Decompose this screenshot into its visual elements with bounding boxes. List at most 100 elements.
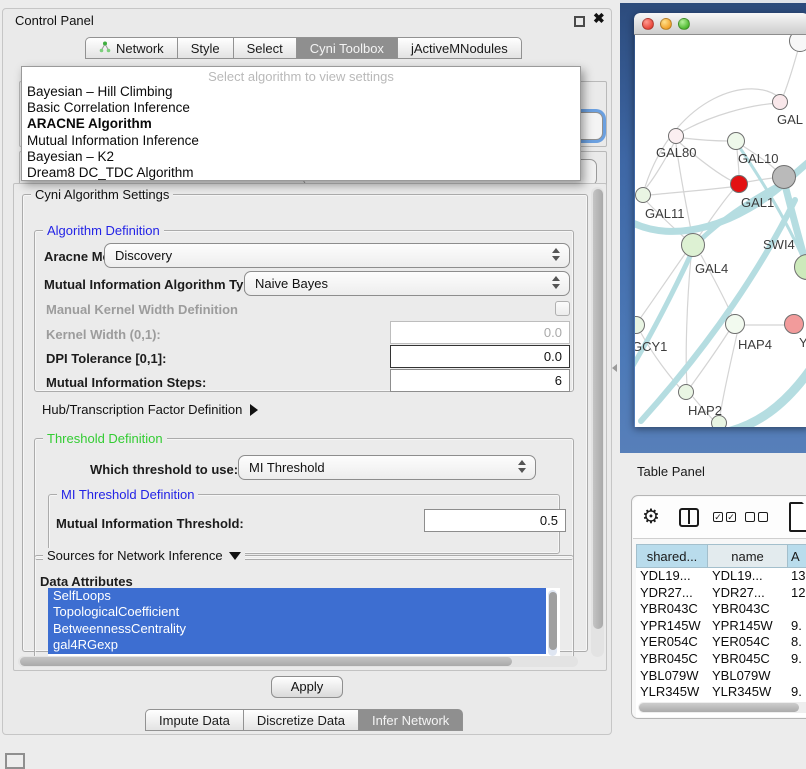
sources-title[interactable]: Sources for Network Inference <box>43 548 245 563</box>
mi-steps-label: Mutual Information Steps: <box>46 375 206 390</box>
split-pane-divider-icon[interactable] <box>612 364 617 372</box>
mi-type-label: Mutual Information Algorithm Type: <box>44 277 263 292</box>
table-horizontal-scrollbar[interactable] <box>638 702 806 713</box>
column-header-shared[interactable]: shared... <box>636 544 708 568</box>
tab-jactivemnodules[interactable]: jActiveMNodules <box>397 37 522 59</box>
algorithm-option-dream8-dc-tdc-algorithm[interactable]: Dream8 DC_TDC Algorithm <box>22 165 580 181</box>
mi-threshold-input[interactable]: 0.5 <box>424 509 566 532</box>
attribute-item-gal4rgexp[interactable]: gal4RGexp <box>48 637 546 653</box>
deselect-all-icon[interactable] <box>745 512 768 522</box>
settings-horizontal-scrollbar[interactable] <box>18 656 578 667</box>
table-row-ypr145w[interactable]: YPR145WYPR145W9. <box>636 618 806 635</box>
attribute-item-betweennesscentrality[interactable]: BetweennessCentrality <box>48 621 546 637</box>
float-window-icon[interactable] <box>574 16 585 27</box>
algorithm-option-basic-correlation-inference[interactable]: Basic Correlation Inference <box>22 100 580 116</box>
algorithm-option-bayesian-k2[interactable]: Bayesian – K2 <box>22 149 580 165</box>
node-gal4[interactable] <box>681 233 705 257</box>
close-traffic-icon[interactable] <box>642 18 654 30</box>
tab-style[interactable]: Style <box>177 37 233 59</box>
new-table-icon[interactable] <box>789 502 806 532</box>
combo-arrows-icon <box>518 460 527 476</box>
algorithm-option-mutual-information-inference[interactable]: Mutual Information Inference <box>22 133 580 149</box>
tab-select[interactable]: Select <box>233 37 296 59</box>
table-row-ydl19[interactable]: YDL19...YDL19...13 <box>636 568 806 585</box>
node-label-gal: GAL <box>777 112 803 127</box>
column-header-a[interactable]: A <box>788 544 806 568</box>
settings-vertical-scrollbar[interactable] <box>591 187 604 657</box>
apply-button[interactable]: Apply <box>271 676 343 698</box>
control-panel: Control Panel ✖ Network Style Select Cyni T… <box>2 8 612 735</box>
tab-label: Style <box>191 41 220 56</box>
node-unlabeled[interactable] <box>711 415 727 427</box>
panel-title: Control Panel <box>15 13 94 28</box>
node-label-gcy1: GCY1 <box>635 339 667 354</box>
network-canvas[interactable]: GALGAL80GAL10GAL1GAL11GAL4SWI4HAP4YGCY1H… <box>635 35 806 427</box>
zoom-traffic-icon[interactable] <box>678 18 690 30</box>
tab-cyni-toolbox[interactable]: Cyni Toolbox <box>296 37 397 59</box>
cell: YLR345W <box>636 684 708 701</box>
node-unlabeled[interactable] <box>772 165 796 189</box>
attribute-item-topologicalcoefficient[interactable]: TopologicalCoefficient <box>48 604 546 620</box>
expanded-arrow-icon <box>229 552 241 560</box>
aracne-mode-combo[interactable]: Discovery <box>104 243 570 268</box>
network-view-frame: GALGAL80GAL10GAL1GAL11GAL4SWI4HAP4YGCY1H… <box>620 0 806 453</box>
hub-definition-toggle[interactable]: Hub/Transcription Factor Definition <box>42 402 258 417</box>
table-row-ybl079w[interactable]: YBL079WYBL079W <box>636 668 806 685</box>
gear-icon[interactable]: ⚙ <box>642 504 660 529</box>
node-gal1[interactable] <box>730 175 748 193</box>
algorithm-option-aracne-algorithm[interactable]: ARACNE Algorithm <box>22 116 580 132</box>
tab-network[interactable]: Network <box>85 37 177 59</box>
which-threshold-label: Which threshold to use: <box>90 462 238 477</box>
cell: YDL19... <box>636 568 708 585</box>
tab-impute-data[interactable]: Impute Data <box>145 709 243 731</box>
node-y[interactable] <box>784 314 804 334</box>
list-scrollbar[interactable] <box>548 590 557 656</box>
tab-label: Cyni Toolbox <box>310 41 384 56</box>
node-gal10[interactable] <box>727 132 745 150</box>
cell: YBR045C <box>708 651 788 668</box>
algorithm-option-bayesian-hill-climbing[interactable]: Bayesian – Hill Climbing <box>22 84 580 100</box>
mi-type-combo[interactable]: Naive Bayes <box>244 271 570 296</box>
table-row-ydr27[interactable]: YDR27...YDR27...12 <box>636 585 806 602</box>
table-panel-title: Table Panel <box>637 464 705 479</box>
select-all-icon[interactable]: ✓✓ <box>713 512 736 522</box>
network-icon <box>99 41 111 56</box>
node-hap2[interactable] <box>678 384 694 400</box>
table-row-ylr345w[interactable]: YLR345WYLR345W9. <box>636 684 806 701</box>
manual-kernel-checkbox[interactable] <box>555 301 570 316</box>
network-window-titlebar[interactable] <box>634 13 806 35</box>
tab-label: Select <box>247 41 283 56</box>
node-gal[interactable] <box>772 94 788 110</box>
node-gal11[interactable] <box>635 187 651 203</box>
table-row-ybr043c[interactable]: YBR043CYBR043C <box>636 601 806 618</box>
minimized-panel-icon[interactable] <box>5 753 25 769</box>
columns-icon[interactable] <box>679 508 699 527</box>
network-window[interactable]: GALGAL80GAL10GAL1GAL11GAL4SWI4HAP4YGCY1H… <box>634 13 806 427</box>
cell: 13 <box>788 568 806 585</box>
attribute-item-selfloops[interactable]: SelfLoops <box>48 588 546 604</box>
close-icon[interactable]: ✖ <box>593 10 605 27</box>
cell: 9. <box>788 684 806 701</box>
cell: YDR27... <box>636 585 708 602</box>
tab-discretize-data[interactable]: Discretize Data <box>243 709 358 731</box>
which-threshold-value: MI Threshold <box>249 460 325 475</box>
minimize-traffic-icon[interactable] <box>660 18 672 30</box>
column-header-name[interactable]: name <box>708 544 788 568</box>
algorithm-definition-title: Algorithm Definition <box>43 223 164 238</box>
kernel-width-input[interactable]: 0.0 <box>390 321 570 344</box>
dpi-tolerance-input[interactable]: 0.0 <box>390 345 570 368</box>
node-hap4[interactable] <box>725 314 745 334</box>
which-threshold-combo[interactable]: MI Threshold <box>238 455 536 480</box>
cell: YDR27... <box>708 585 788 602</box>
table-row-yer054c[interactable]: YER054CYER054C8. <box>636 634 806 651</box>
cell: YDL19... <box>708 568 788 585</box>
hub-definition-label: Hub/Transcription Factor Definition <box>42 402 242 417</box>
data-attributes-list[interactable]: SelfLoopsTopologicalCoefficientBetweenne… <box>48 588 560 661</box>
node-gal80[interactable] <box>668 128 684 144</box>
cell: YPR145W <box>708 618 788 635</box>
table-row-ybr045c[interactable]: YBR045CYBR045C9. <box>636 651 806 668</box>
cell: 12 <box>788 585 806 602</box>
mi-steps-input[interactable]: 6 <box>390 369 570 392</box>
tab-infer-network[interactable]: Infer Network <box>358 709 463 731</box>
cell: YLR345W <box>708 684 788 701</box>
